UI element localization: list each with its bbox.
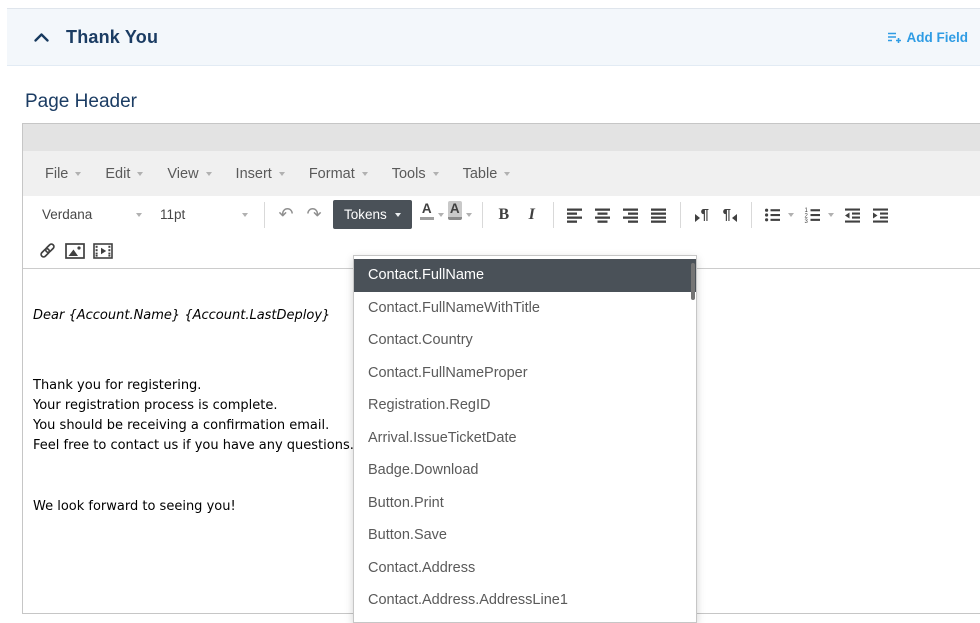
insert-media-button[interactable] (89, 237, 117, 265)
align-center-button[interactable] (589, 201, 617, 229)
page-title: Thank You (66, 27, 158, 48)
dropdown-scrollbar[interactable] (691, 263, 695, 300)
indent-button[interactable] (867, 201, 895, 229)
media-icon (93, 243, 113, 259)
chevron-down-icon[interactable] (788, 213, 794, 217)
section-title: Page Header (25, 91, 137, 113)
editor-toolbar: Verdana 11pt ↶ ↷ Tokens A A B I (23, 196, 980, 233)
chevron-down-icon (433, 172, 439, 176)
chevron-down-icon (395, 213, 401, 217)
chevron-down-icon[interactable] (828, 213, 834, 217)
menu-file[interactable]: File (33, 151, 93, 196)
add-field-label: Add Field (907, 30, 969, 45)
menu-format[interactable]: Format (297, 151, 380, 196)
menu-insert[interactable]: Insert (224, 151, 297, 196)
chevron-down-icon (136, 213, 142, 217)
chevron-down-icon (242, 213, 248, 217)
link-icon (38, 241, 57, 260)
redo-button[interactable]: ↷ (300, 201, 328, 229)
font-family-select[interactable]: Verdana (33, 201, 151, 229)
svg-text:3: 3 (805, 219, 809, 223)
ltr-triangle-icon (695, 214, 700, 222)
menu-table[interactable]: Table (451, 151, 523, 196)
insert-link-button[interactable] (33, 237, 61, 265)
add-field-icon (887, 31, 902, 44)
chevron-down-icon (206, 172, 212, 176)
menu-tools[interactable]: Tools (380, 151, 451, 196)
chevron-down-icon (504, 172, 510, 176)
chevron-down-icon (137, 172, 143, 176)
background-color-button[interactable]: A (447, 201, 475, 229)
pilcrow-icon: ¶ (701, 206, 709, 223)
bullet-list-button[interactable] (759, 201, 787, 229)
menu-edit[interactable]: Edit (93, 151, 155, 196)
chevron-down-icon (466, 213, 472, 217)
numbered-list-button[interactable]: 123 (799, 201, 827, 229)
align-left-button[interactable] (561, 201, 589, 229)
align-justify-button[interactable] (645, 201, 673, 229)
token-menu-item[interactable]: Contact.FullName (354, 259, 696, 292)
menu-view[interactable]: View (155, 151, 223, 196)
token-menu-item[interactable]: Contact.FullNameWithTitle (354, 292, 696, 325)
editor-menubar: File Edit View Insert Format Tools Table (23, 151, 980, 196)
undo-button[interactable]: ↶ (272, 201, 300, 229)
add-field-button[interactable]: Add Field (887, 30, 969, 45)
token-menu-item[interactable]: Button.Save (354, 519, 696, 552)
text-color-button[interactable]: A (419, 201, 447, 229)
chevron-down-icon (279, 172, 285, 176)
font-size-select[interactable]: 11pt (151, 201, 257, 229)
ltr-direction-button[interactable]: ¶ (688, 201, 716, 229)
token-menu-item[interactable]: Arrival.IssueTicketDate (354, 422, 696, 455)
chevron-down-icon (362, 172, 368, 176)
toolbar-separator (751, 202, 752, 228)
section-panel-header: Thank You Add Field (7, 8, 980, 66)
insert-image-button[interactable] (61, 237, 89, 265)
align-right-button[interactable] (617, 201, 645, 229)
outdent-button[interactable] (839, 201, 867, 229)
editor-top-band (23, 124, 980, 151)
toolbar-separator (680, 202, 681, 228)
chevron-down-icon (75, 172, 81, 176)
tokens-dropdown-button[interactable]: Tokens (333, 200, 412, 229)
bold-button[interactable]: B (490, 201, 518, 229)
token-menu-item[interactable]: Contact.FullNameProper (354, 357, 696, 390)
token-menu-item[interactable]: Contact.Address (354, 552, 696, 585)
image-icon (65, 243, 85, 259)
token-menu-item[interactable]: Button.Print (354, 487, 696, 520)
rtl-triangle-icon (732, 214, 737, 222)
pilcrow-icon: ¶ (723, 206, 731, 223)
token-menu-item[interactable]: Badge.Download (354, 454, 696, 487)
rtl-direction-button[interactable]: ¶ (716, 201, 744, 229)
collapse-chevron-icon[interactable] (34, 33, 49, 42)
toolbar-separator (553, 202, 554, 228)
token-menu-item[interactable]: Registration.RegID (354, 389, 696, 422)
tokens-dropdown-menu: Contact.FullName Contact.FullNameWithTit… (353, 255, 697, 623)
italic-button[interactable]: I (518, 201, 546, 229)
toolbar-separator (264, 202, 265, 228)
chevron-down-icon (438, 213, 444, 217)
toolbar-separator (482, 202, 483, 228)
token-menu-item[interactable]: Contact.Country (354, 324, 696, 357)
